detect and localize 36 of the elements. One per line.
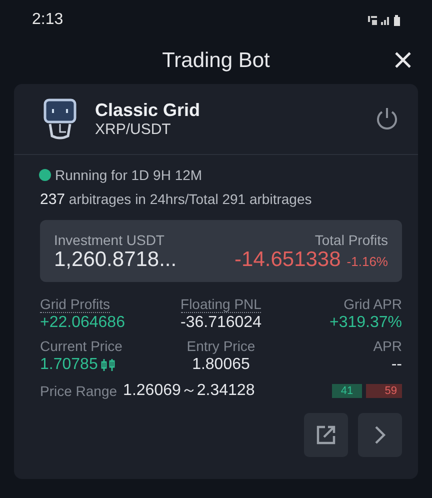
profits-value: -14.651338 bbox=[234, 248, 341, 272]
arbitrage-summary: 237 arbitrages in 24hrs/Total 291 arbitrages bbox=[40, 191, 313, 208]
stat-label: Grid APR bbox=[344, 296, 402, 312]
status-icons bbox=[368, 14, 402, 26]
running-time: Running for 1D 9H 12M bbox=[55, 167, 202, 183]
bot-name: Classic Grid bbox=[95, 99, 202, 121]
investment-label: Investment USDT bbox=[54, 232, 166, 248]
stat-label: Current Price bbox=[40, 338, 122, 354]
stat-label: APR bbox=[373, 338, 402, 354]
power-button[interactable] bbox=[374, 106, 400, 132]
profits-percent: -1.16% bbox=[346, 254, 388, 269]
profits-label: Total Profits bbox=[314, 232, 388, 248]
chevron-right-icon bbox=[373, 424, 387, 446]
stat-label[interactable]: Floating PNL bbox=[180, 296, 262, 313]
status-time: 2:13 bbox=[32, 11, 64, 29]
price-range-label: Price Range bbox=[40, 382, 118, 398]
stat-value: 1.70785 bbox=[40, 356, 98, 374]
screen-title: Trading Bot bbox=[162, 49, 270, 73]
price-range-value: 1.26069～2.34128 bbox=[123, 381, 256, 401]
stat-value: 1.80065 bbox=[192, 356, 250, 374]
stat-value: +319.37% bbox=[329, 314, 402, 332]
share-button[interactable] bbox=[304, 413, 348, 457]
share-icon bbox=[315, 424, 337, 446]
stat-label: Entry Price bbox=[186, 338, 256, 354]
close-button[interactable] bbox=[394, 51, 412, 69]
stat-value: +22.064686 bbox=[40, 314, 125, 332]
candlestick-icon[interactable] bbox=[100, 358, 115, 372]
investment-value: 1,260.8718... bbox=[54, 248, 177, 272]
ratio-tag: 41 bbox=[332, 384, 362, 398]
ratio-tag: 59 bbox=[366, 384, 402, 398]
stat-label[interactable]: Grid Profits bbox=[40, 296, 110, 313]
stat-value: -36.716024 bbox=[180, 314, 262, 332]
stat-value: -- bbox=[391, 356, 402, 374]
trading-pair: XRP/USDT bbox=[95, 121, 172, 139]
robot-icon bbox=[43, 98, 77, 140]
next-button[interactable] bbox=[358, 413, 402, 457]
